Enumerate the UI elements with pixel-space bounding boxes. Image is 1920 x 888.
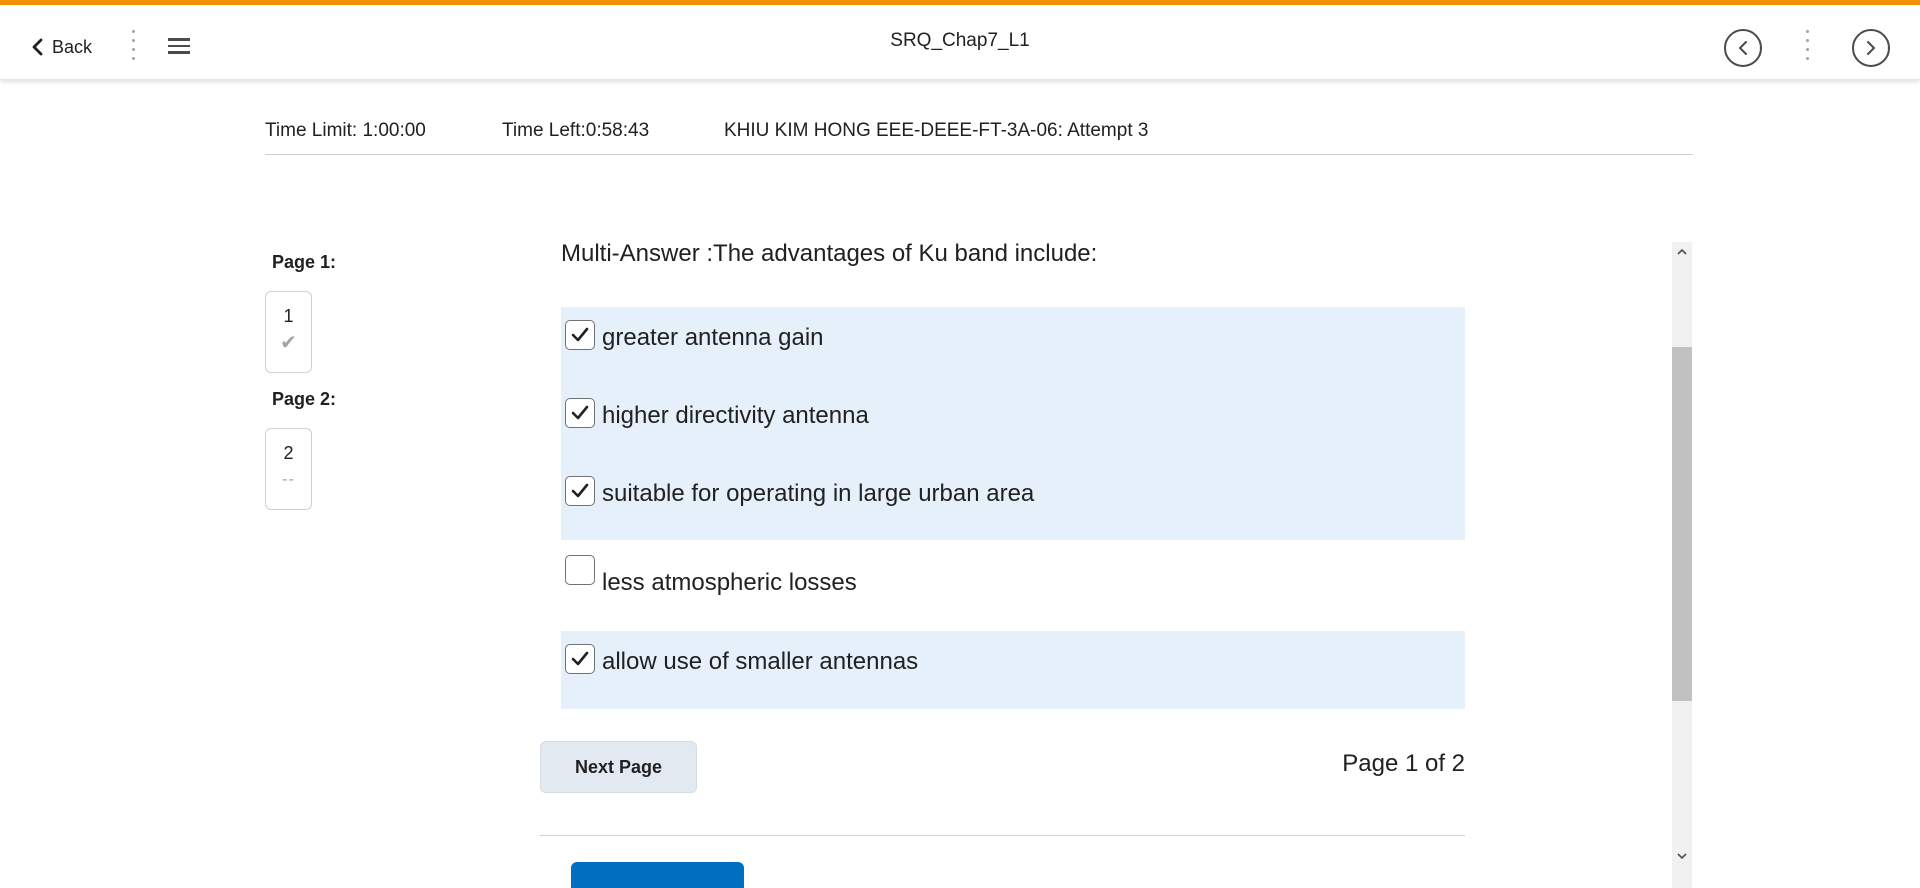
- separator-dots-icon: [1804, 30, 1810, 60]
- navigation-bar: Back SRQ_Chap7_L1: [0, 5, 1920, 80]
- answer-label[interactable]: suitable for operating in large urban ar…: [602, 480, 1034, 508]
- answer-checkbox[interactable]: [565, 320, 595, 350]
- checkmark-icon: [571, 651, 589, 666]
- chevron-right-icon: [1867, 41, 1875, 55]
- checkmark-icon: [571, 483, 589, 498]
- chevron-left-icon: [1739, 41, 1747, 55]
- submit-button[interactable]: [571, 862, 744, 888]
- page-1-label: Page 1:: [272, 252, 337, 272]
- answer-checkbox[interactable]: [565, 476, 595, 506]
- time-limit: Time Limit: 1:00:00: [265, 120, 426, 141]
- answer-option[interactable]: less atmospheric losses: [565, 555, 857, 596]
- scroll-down-icon[interactable]: [1672, 847, 1692, 865]
- page-indicator: Page 1 of 2: [1342, 750, 1465, 777]
- previous-button[interactable]: [1724, 29, 1762, 67]
- page-title: SRQ_Chap7_L1: [890, 30, 1030, 51]
- question-text: Multi-Answer :The advantages of Ku band …: [561, 240, 1098, 267]
- answer-label[interactable]: higher directivity antenna: [602, 402, 869, 430]
- answer-option[interactable]: greater antenna gain: [565, 320, 824, 352]
- next-button[interactable]: [1852, 29, 1890, 67]
- answer-checkbox[interactable]: [565, 555, 595, 585]
- answer-checkbox[interactable]: [565, 644, 595, 674]
- answer-checkbox[interactable]: [565, 398, 595, 428]
- unanswered-dash-icon: --: [282, 471, 295, 488]
- checkmark-icon: [571, 405, 589, 420]
- next-page-button[interactable]: Next Page: [540, 741, 697, 793]
- scrollbar-thumb[interactable]: [1672, 347, 1692, 701]
- attempt-info: KHIU KIM HONG EEE-DEEE-FT-3A-06: Attempt…: [724, 120, 1149, 141]
- scroll-up-icon[interactable]: [1672, 242, 1692, 260]
- answer-option[interactable]: higher directivity antenna: [565, 398, 869, 430]
- answered-check-icon: ✔: [280, 332, 297, 354]
- answer-label[interactable]: allow use of smaller antennas: [602, 648, 918, 676]
- page-2-tile[interactable]: 2 --: [265, 428, 312, 510]
- page-number: 1: [283, 306, 294, 326]
- time-left: Time Left:0:58:43: [502, 120, 650, 141]
- page-number: 2: [283, 443, 294, 463]
- divider: [540, 835, 1465, 836]
- answer-option[interactable]: suitable for operating in large urban ar…: [565, 476, 1034, 508]
- answer-label[interactable]: less atmospheric losses: [602, 569, 857, 597]
- answer-label[interactable]: greater antenna gain: [602, 324, 824, 352]
- checkmark-icon: [571, 327, 589, 342]
- page-1-tile[interactable]: 1 ✔: [265, 291, 312, 373]
- page-2-label: Page 2:: [272, 389, 337, 409]
- answer-option[interactable]: allow use of smaller antennas: [565, 644, 918, 676]
- quiz-info-bar: Time Limit: 1:00:00 Time Left:0:58:43 KH…: [265, 118, 1693, 155]
